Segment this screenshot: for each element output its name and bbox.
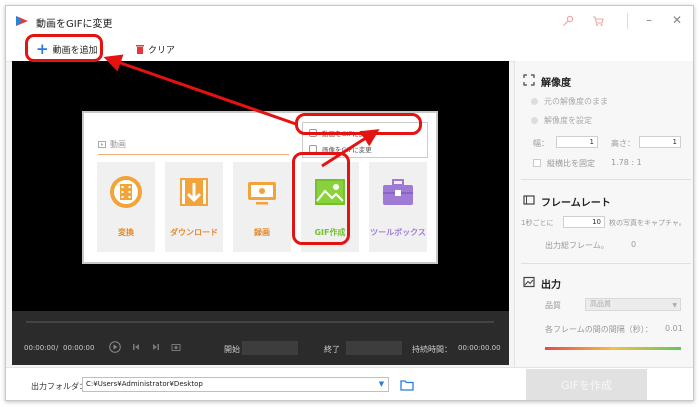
resolution-title: 解像度: [541, 78, 571, 89]
bottom-bar: 出力フォルダ： C:¥Users¥Administrator¥Desktop ▼…: [6, 367, 693, 400]
minimize-button[interactable]: –: [642, 13, 656, 27]
create-gif-button[interactable]: GIFを作成: [526, 369, 647, 400]
tile-convert[interactable]: 変換: [97, 162, 155, 252]
per-second-suffix: 枚の写真をキャプチャ。: [609, 219, 686, 227]
current-time: 00:00:00: [24, 344, 56, 352]
tile-record[interactable]: 録画: [233, 162, 291, 252]
output-folder-path: C:¥Users¥Administrator¥Desktop: [86, 380, 203, 388]
tile-convert-label: 変換: [118, 228, 134, 237]
section-divider: [521, 263, 691, 264]
seek-bar[interactable]: [26, 321, 494, 323]
video-section-label: 動画: [110, 140, 126, 149]
window-title: 動画をGIFに変更: [36, 19, 113, 30]
per-second-prefix: 1秒ごとに: [521, 219, 554, 227]
film-reel-icon: [110, 176, 142, 208]
snapshot-icon[interactable]: [170, 341, 182, 353]
key-icon[interactable]: [562, 15, 574, 27]
video-icon: [98, 141, 106, 148]
width-input[interactable]: 1: [556, 136, 598, 148]
next-frame-icon[interactable]: [150, 341, 162, 353]
start-time-field[interactable]: [242, 341, 298, 355]
height-input[interactable]: 1: [639, 136, 681, 148]
folder-icon[interactable]: [400, 379, 414, 391]
end-time-field[interactable]: [346, 341, 402, 355]
clear-button[interactable]: クリア: [136, 40, 175, 58]
section-underline: [98, 154, 289, 155]
ratio-value: 1.78 : 1: [611, 158, 642, 167]
toolbar: + 動画を追加 クリア: [6, 36, 693, 62]
screen-record-icon: [248, 182, 276, 205]
annotation-add-video: [25, 34, 103, 62]
radio-custom-resolution[interactable]: 解像度を設定: [531, 115, 592, 126]
playback-bar: 00:00:00 / 00:00:00 開始 終了 持続時間： 00:00:00…: [12, 311, 509, 365]
interval-value: 0.01: [665, 324, 683, 333]
radio-dot: [531, 117, 538, 124]
radio-original-label: 元の解像度のまま: [544, 97, 608, 106]
output-frames-label: 出力総フレーム。: [545, 241, 609, 250]
title-separator: [627, 13, 628, 29]
close-button[interactable]: ✕: [670, 13, 684, 27]
radio-original-resolution[interactable]: 元の解像度のまま: [531, 96, 608, 107]
tile-download[interactable]: ダウンロード: [165, 162, 223, 252]
quality-label: 品質: [545, 301, 561, 310]
radio-dot: [531, 98, 538, 105]
tile-toolbox[interactable]: ツールボックス: [369, 162, 427, 252]
output-frames-value: 0: [631, 240, 637, 249]
frames-per-second-input[interactable]: 10: [563, 216, 605, 228]
annotation-gif-tile: [292, 152, 350, 245]
width-label: 幅：: [533, 139, 549, 148]
tile-download-label: ダウンロード: [170, 228, 218, 237]
output-title: 出力: [541, 280, 561, 291]
output-folder-field[interactable]: C:¥Users¥Administrator¥Desktop ▼: [82, 377, 389, 392]
clear-label: クリア: [148, 45, 176, 56]
toolbox-icon: [383, 179, 413, 205]
trash-icon: [136, 45, 144, 54]
output-folder-label: 出力フォルダ：: [31, 382, 87, 391]
previous-frame-icon[interactable]: [130, 341, 142, 353]
settings-panel: 解像度 元の解像度のまま 解像度を設定 幅： 1 高さ： 1 縦横比を固定 1.…: [514, 61, 693, 367]
video-section-header: 動画: [98, 139, 126, 150]
section-divider: [521, 179, 691, 180]
video-preview: 動画 変換 ダウンロード 録画 GIF作成 ツールボックス 動画をGIFに変更 …: [12, 61, 509, 311]
quality-gradient-bar: [545, 347, 681, 350]
keep-ratio-checkbox[interactable]: [533, 159, 541, 167]
annotation-video-to-gif: [295, 113, 422, 135]
tile-record-label: 録画: [254, 228, 270, 237]
tile-toolbox-label: ツールボックス: [370, 228, 426, 237]
end-label: 終了: [324, 345, 340, 354]
duration-label: 持続時間：: [412, 345, 452, 354]
height-label: 高さ：: [611, 139, 635, 148]
start-label: 開始: [224, 345, 240, 354]
duration-value: 00:00:00.00: [458, 344, 501, 352]
play-icon[interactable]: [109, 341, 121, 353]
time-separator: /: [56, 344, 59, 352]
radio-custom-label: 解像度を設定: [544, 116, 592, 125]
framerate-icon: [523, 195, 535, 205]
chevron-down-icon[interactable]: ▼: [376, 379, 387, 390]
resolution-icon: [523, 74, 535, 86]
total-time: 00:00:00: [63, 344, 95, 352]
quality-select[interactable]: 高品質: [585, 298, 681, 311]
app-logo-icon: [16, 16, 28, 26]
title-bar: 動画をGIFに変更 – ✕: [6, 6, 693, 36]
interval-label: 各フレームの間の間隔（秒）：: [545, 325, 653, 334]
keep-ratio-label: 縦横比を固定: [547, 159, 595, 168]
download-icon: [180, 178, 208, 206]
cart-icon[interactable]: [592, 15, 604, 27]
output-image-icon: [523, 276, 535, 288]
framerate-title: フレームレート: [541, 198, 611, 209]
